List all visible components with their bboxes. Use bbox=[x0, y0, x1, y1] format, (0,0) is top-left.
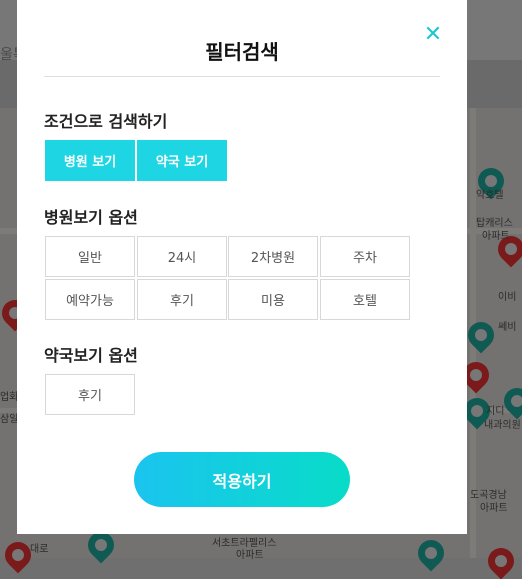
map-label: 지디 bbox=[486, 406, 505, 417]
map-label: 아파트 bbox=[480, 503, 508, 514]
apply-button[interactable]: 적용하기 bbox=[134, 452, 350, 507]
pharmacy-option-reviews-button[interactable]: 후기 bbox=[45, 374, 135, 415]
map-label: 이비 bbox=[498, 292, 517, 303]
option-reservation-button[interactable]: 예약가능 bbox=[45, 279, 135, 320]
map-label: 아파트 bbox=[236, 550, 264, 561]
modal-title: 필터검색 bbox=[205, 40, 279, 64]
option-general-button[interactable]: 일반 bbox=[45, 236, 135, 277]
option-parking-button[interactable]: 주차 bbox=[320, 236, 410, 277]
search-section-title: 조건으로 검색하기 bbox=[44, 112, 168, 131]
option-24h-button[interactable]: 24시 bbox=[137, 236, 227, 277]
map-label: 삼일 bbox=[0, 414, 19, 425]
hospital-view-button[interactable]: 병원 보기 bbox=[45, 140, 135, 181]
option-reviews-button[interactable]: 후기 bbox=[137, 279, 227, 320]
pharmacy-view-button[interactable]: 약국 보기 bbox=[137, 140, 227, 181]
map-label: 아파트 bbox=[482, 231, 510, 242]
pharmacy-options-title: 약국보기 옵션 bbox=[44, 346, 138, 365]
hospital-options-title: 병원보기 옵션 bbox=[44, 208, 138, 227]
option-hotel-button[interactable]: 호텔 bbox=[320, 279, 410, 320]
map-label: 대로 bbox=[30, 544, 49, 555]
option-secondary-hospital-button[interactable]: 2차병원 bbox=[228, 236, 318, 277]
map-label: 쎄비 bbox=[498, 322, 517, 333]
map-label: 약호텔 bbox=[476, 190, 504, 201]
map-label: 업화 bbox=[0, 392, 19, 403]
close-icon[interactable]: ✕ bbox=[422, 24, 444, 46]
option-grooming-button[interactable]: 미용 bbox=[228, 279, 318, 320]
filter-modal: 필터검색 ✕ 조건으로 검색하기 병원 보기 약국 보기 병원보기 옵션 일반 … bbox=[17, 0, 467, 534]
title-divider bbox=[44, 76, 440, 77]
map-label: 내과의원 bbox=[484, 420, 521, 431]
